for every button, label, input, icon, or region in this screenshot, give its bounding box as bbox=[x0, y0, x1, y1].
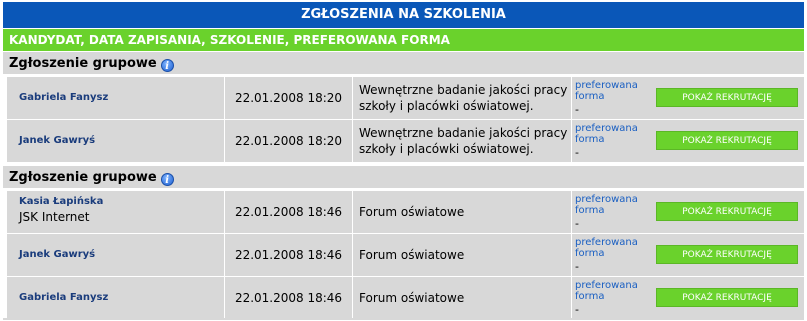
preferred-form-value: - bbox=[575, 146, 579, 159]
info-icon[interactable]: i bbox=[160, 59, 174, 72]
date-cell: 22.01.2008 18:20 bbox=[225, 120, 352, 162]
show-recruitment-button[interactable]: POKAŻ REKRUTACJĘ bbox=[656, 202, 798, 221]
pref-label-line: preferowana bbox=[575, 280, 638, 291]
table-row: Janek Gawryś 22.01.2008 18:46 Forum oświ… bbox=[7, 234, 804, 276]
preferred-form-value: - bbox=[575, 103, 579, 116]
preferred-form-label: preferowana forma bbox=[575, 80, 638, 102]
course-name: Forum oświatowe bbox=[359, 291, 465, 305]
registration-date: 22.01.2008 18:46 bbox=[234, 248, 343, 262]
preferred-form-label: preferowana forma bbox=[575, 280, 638, 302]
preferred-form-cell: preferowana forma - POKAŻ REKRUTACJĘ bbox=[572, 234, 804, 276]
candidate-cell: Janek Gawryś bbox=[7, 120, 224, 162]
course-line: Wewnętrzne badanie jakości pracy bbox=[359, 126, 568, 140]
date-cell: 22.01.2008 18:46 bbox=[225, 234, 352, 276]
group-label: Zgłoszenie grupowe bbox=[9, 170, 157, 185]
show-recruitment-button[interactable]: POKAŻ REKRUTACJĘ bbox=[656, 88, 798, 107]
bottom-divider bbox=[3, 318, 804, 320]
pref-label-line: forma bbox=[575, 291, 605, 302]
table-row: Janek Gawryś 22.01.2008 18:20 Wewnętrzne… bbox=[7, 120, 804, 162]
course-cell: Wewnętrzne badanie jakości pracy szkoły … bbox=[353, 77, 571, 119]
pref-label-line: forma bbox=[575, 205, 605, 216]
table-row: Gabriela Fanysz 22.01.2008 18:20 Wewnętr… bbox=[7, 77, 804, 119]
panel-title: ZGŁOSZENIA NA SZKOLENIA bbox=[3, 2, 804, 28]
group-header: Zgłoszenie grupowe i bbox=[3, 52, 804, 75]
group-header: Zgłoszenie grupowe i bbox=[3, 166, 804, 189]
candidate-name[interactable]: Kasia Łapińska bbox=[19, 196, 103, 207]
course-line: szkoły i placówki oświatowej. bbox=[359, 99, 534, 113]
candidate-name[interactable]: Janek Gawryś bbox=[19, 135, 95, 146]
registrations-panel: ZGŁOSZENIA NA SZKOLENIA KANDYDAT, DATA Z… bbox=[0, 0, 807, 321]
date-cell: 22.01.2008 18:20 bbox=[225, 77, 352, 119]
preferred-form-value: - bbox=[575, 217, 579, 230]
candidate-cell: Janek Gawryś bbox=[7, 234, 224, 276]
group-label: Zgłoszenie grupowe bbox=[9, 56, 157, 71]
preferred-form-label: preferowana forma bbox=[575, 123, 638, 145]
course-name: Forum oświatowe bbox=[359, 205, 465, 219]
pref-label-line: forma bbox=[575, 248, 605, 259]
preferred-form-cell: preferowana forma - POKAŻ REKRUTACJĘ bbox=[572, 77, 804, 119]
candidate-name[interactable]: Gabriela Fanysz bbox=[19, 92, 108, 103]
date-cell: 22.01.2008 18:46 bbox=[225, 191, 352, 233]
pref-label-line: preferowana bbox=[575, 123, 638, 134]
pref-label-line: forma bbox=[575, 91, 605, 102]
course-line: Wewnętrzne badanie jakości pracy bbox=[359, 83, 568, 97]
table-row: Gabriela Fanysz 22.01.2008 18:46 Forum o… bbox=[7, 277, 804, 319]
course-name: Wewnętrzne badanie jakości pracy szkoły … bbox=[359, 82, 567, 114]
candidate-name[interactable]: Gabriela Fanysz bbox=[19, 292, 108, 303]
columns-header: KANDYDAT, DATA ZAPISANIA, SZKOLENIE, PRE… bbox=[3, 29, 804, 51]
course-cell: Forum oświatowe bbox=[353, 234, 571, 276]
pref-label-line: preferowana bbox=[575, 237, 638, 248]
preferred-form-cell: preferowana forma - POKAŻ REKRUTACJĘ bbox=[572, 191, 804, 233]
preferred-form-value: - bbox=[575, 303, 579, 316]
course-name: Wewnętrzne badanie jakości pracy szkoły … bbox=[359, 125, 567, 157]
course-cell: Forum oświatowe bbox=[353, 191, 571, 233]
preferred-form-cell: preferowana forma - POKAŻ REKRUTACJĘ bbox=[572, 277, 804, 319]
registration-date: 22.01.2008 18:20 bbox=[234, 134, 343, 148]
course-name: Forum oświatowe bbox=[359, 248, 465, 262]
course-cell: Wewnętrzne badanie jakości pracy szkoły … bbox=[353, 120, 571, 162]
preferred-form-cell: preferowana forma - POKAŻ REKRUTACJĘ bbox=[572, 120, 804, 162]
candidate-cell: Kasia Łapińska JSK Internet bbox=[7, 191, 224, 233]
candidate-cell: Gabriela Fanysz bbox=[7, 77, 224, 119]
table-row: Kasia Łapińska JSK Internet 22.01.2008 1… bbox=[7, 191, 804, 233]
candidate-name[interactable]: Janek Gawryś bbox=[19, 249, 95, 260]
course-cell: Forum oświatowe bbox=[353, 277, 571, 319]
preferred-form-label: preferowana forma bbox=[575, 237, 638, 259]
show-recruitment-button[interactable]: POKAŻ REKRUTACJĘ bbox=[656, 288, 798, 307]
candidate-organization: JSK Internet bbox=[19, 210, 90, 224]
registration-date: 22.01.2008 18:46 bbox=[234, 291, 343, 305]
registration-date: 22.01.2008 18:46 bbox=[234, 205, 343, 219]
preferred-form-value: - bbox=[575, 260, 579, 273]
pref-label-line: preferowana bbox=[575, 194, 638, 205]
candidate-cell: Gabriela Fanysz bbox=[7, 277, 224, 319]
date-cell: 22.01.2008 18:46 bbox=[225, 277, 352, 319]
pref-label-line: preferowana bbox=[575, 80, 638, 91]
preferred-form-label: preferowana forma bbox=[575, 194, 638, 216]
pref-label-line: forma bbox=[575, 134, 605, 145]
show-recruitment-button[interactable]: POKAŻ REKRUTACJĘ bbox=[656, 131, 798, 150]
course-line: szkoły i placówki oświatowej. bbox=[359, 142, 534, 156]
info-icon[interactable]: i bbox=[160, 173, 174, 186]
show-recruitment-button[interactable]: POKAŻ REKRUTACJĘ bbox=[656, 245, 798, 264]
registration-date: 22.01.2008 18:20 bbox=[234, 91, 343, 105]
